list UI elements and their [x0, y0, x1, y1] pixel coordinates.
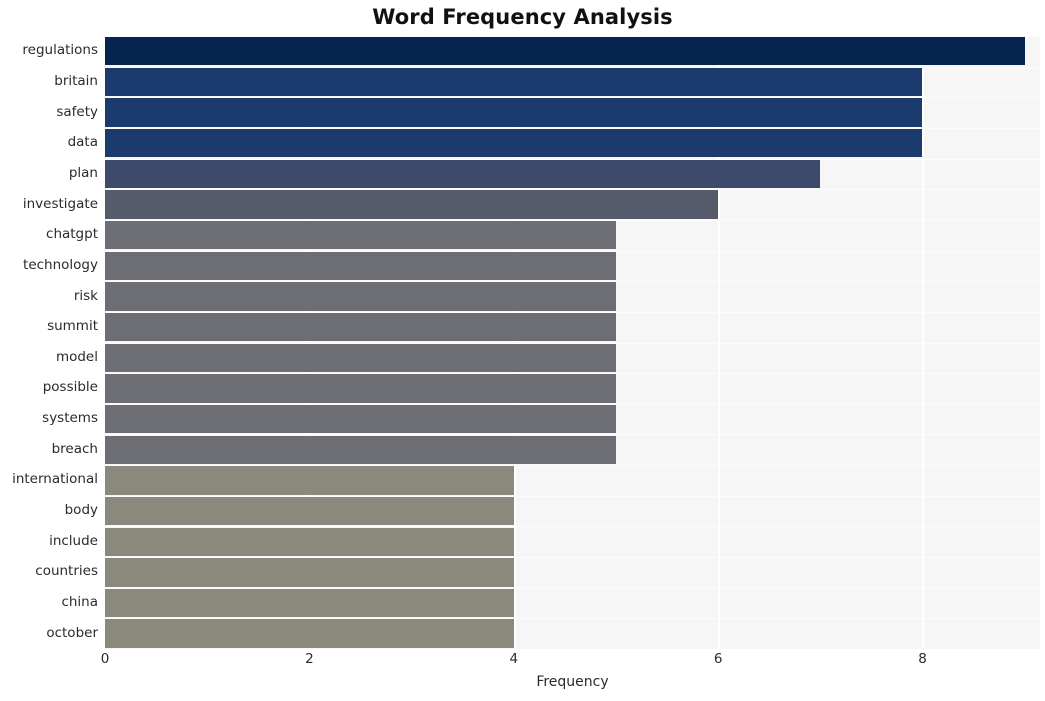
bar-row[interactable] — [105, 374, 1040, 403]
bar-row[interactable] — [105, 98, 1040, 127]
x-tick-label-4: 4 — [509, 651, 519, 667]
x-tick-label-0: 0 — [100, 651, 110, 667]
bar-row[interactable] — [105, 282, 1040, 311]
bar-investigate[interactable] — [105, 190, 719, 219]
y-tick-label-investigate: investigate — [22, 195, 98, 212]
y-tick-label-plan: plan — [68, 164, 98, 181]
y-tick-label-systems: systems — [42, 410, 98, 427]
y-tick-label-summit: summit — [47, 318, 98, 335]
bar-safety[interactable] — [105, 98, 923, 127]
x-tick-label-8: 8 — [918, 651, 927, 667]
bar-countries[interactable] — [105, 558, 514, 587]
bar-row[interactable] — [105, 67, 1040, 97]
y-tick-label-technology: technology — [23, 256, 98, 273]
bar-include[interactable] — [105, 527, 514, 556]
y-axis-category-labels: regulations britain safety data plan investig… — [0, 36, 98, 649]
y-tick-label-possible: possible — [42, 379, 98, 396]
bar-model[interactable] — [105, 343, 616, 372]
bar-row[interactable] — [105, 404, 1040, 434]
y-tick-label-international: international — [12, 471, 98, 488]
plot-area — [105, 36, 1040, 649]
bar-systems[interactable] — [105, 404, 616, 434]
y-tick-label-safety: safety — [56, 103, 98, 120]
bar-row[interactable] — [105, 496, 1040, 526]
y-tick-label-body: body — [64, 502, 98, 519]
y-tick-label-breach: breach — [51, 440, 98, 457]
bar-possible[interactable] — [105, 374, 616, 403]
y-tick-label-risk: risk — [73, 287, 98, 304]
x-axis-title: Frequency — [536, 674, 609, 690]
bar-summit[interactable] — [105, 312, 616, 342]
bar-row[interactable] — [105, 251, 1040, 281]
bar-breach[interactable] — [105, 435, 616, 464]
bar-body[interactable] — [105, 496, 514, 526]
bar-october[interactable] — [105, 619, 514, 648]
bar-row[interactable] — [105, 466, 1040, 495]
bar-row[interactable] — [105, 558, 1040, 587]
bar-britain[interactable] — [105, 67, 923, 97]
y-tick-label-october: october — [46, 624, 98, 641]
y-tick-label-regulations: regulations — [22, 42, 98, 59]
bar-plan[interactable] — [105, 159, 821, 189]
bar-row[interactable] — [105, 37, 1040, 66]
bar-row[interactable] — [105, 221, 1040, 250]
bar-chatgpt[interactable] — [105, 221, 616, 250]
y-tick-label-model: model — [55, 348, 98, 365]
bar-row[interactable] — [105, 343, 1040, 372]
x-axis-tick-labels: 0 2 4 6 8 — [101, 649, 1040, 673]
x-tick-label-2: 2 — [305, 651, 314, 667]
bar-row[interactable] — [105, 312, 1040, 342]
bar-row[interactable] — [105, 527, 1040, 556]
bar-row[interactable] — [105, 159, 1040, 189]
bar-technology[interactable] — [105, 251, 616, 281]
bar-data[interactable] — [105, 129, 923, 158]
bar-risk[interactable] — [105, 282, 616, 311]
y-tick-label-chatgpt: chatgpt — [46, 226, 98, 243]
y-tick-label-countries: countries — [35, 563, 98, 580]
y-tick-label-china: china — [61, 594, 98, 611]
y-tick-label-data: data — [67, 134, 98, 151]
bar-row[interactable] — [105, 129, 1040, 158]
bar-international[interactable] — [105, 466, 514, 495]
x-tick-label-6: 6 — [713, 651, 723, 667]
bar-regulations[interactable] — [105, 37, 1025, 66]
y-tick-label-include: include — [49, 532, 98, 549]
y-tick-label-britain: britain — [54, 72, 98, 89]
chart-title: Word Frequency Analysis — [372, 5, 673, 29]
bar-row[interactable] — [105, 588, 1040, 618]
bar-row[interactable] — [105, 435, 1040, 464]
word-frequency-bar-chart: Word Frequency Analysis regulations brita… — [0, 0, 1045, 701]
bar-row[interactable] — [105, 190, 1040, 219]
bar-row[interactable] — [105, 619, 1040, 648]
bar-china[interactable] — [105, 588, 514, 618]
